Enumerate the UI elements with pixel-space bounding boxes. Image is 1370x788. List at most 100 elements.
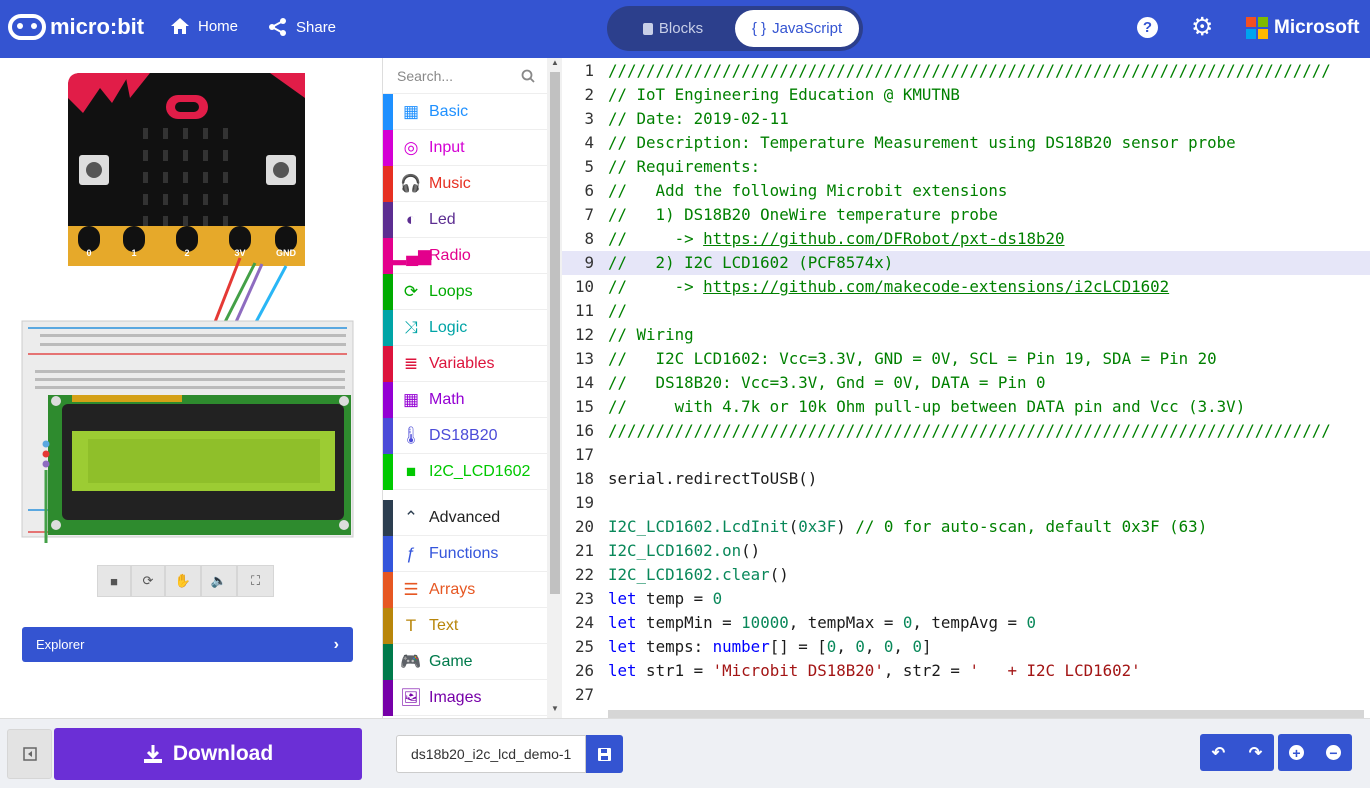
category-advanced[interactable]: ⌃ Advanced xyxy=(383,499,547,536)
collapse-icon xyxy=(22,747,37,761)
category-input[interactable]: ◎ Input xyxy=(383,129,547,166)
category-led[interactable]: ◐ Led xyxy=(383,201,547,238)
code-line: 22 I2C_LCD1602.clear() xyxy=(574,565,789,584)
category-label: Images xyxy=(429,688,482,706)
javascript-tab-label: JavaScript xyxy=(772,20,843,37)
microbit-logo-icon xyxy=(8,14,46,40)
category-text[interactable]: T Text xyxy=(383,607,547,644)
code-line: 16//////////////////////////////////////… xyxy=(574,421,1331,440)
category-i2c-lcd1602[interactable]: ■ I2C_LCD1602 xyxy=(383,453,547,490)
code-line: 3// Date: 2019-02-11 xyxy=(584,109,789,128)
category-color-bar xyxy=(383,129,393,166)
undo-button[interactable]: ↶ xyxy=(1200,734,1237,771)
blocks-tab[interactable]: Blocks xyxy=(617,10,729,47)
code-line: 26 let str1 = 'Microbit DS18B20', str2 = … xyxy=(574,661,1141,680)
target-icon: ◎ xyxy=(403,137,419,157)
search-input[interactable]: Search... xyxy=(397,68,453,84)
top-bar: micro:bit Home Share Blocks { } JavaScri… xyxy=(0,0,1370,58)
category-images[interactable]: 🖼 Images xyxy=(383,679,547,716)
category-math[interactable]: ▦ Math xyxy=(383,381,547,418)
simulator-panel: 0 1 2 3V GND ■ ⟳ ✋ 🔈 ⛶ Explorer › xyxy=(0,58,382,718)
code-line: 14// DS18B20: Vcc=3.3V, Gnd = 0V, DATA =… xyxy=(574,373,1046,392)
microbit-logo[interactable]: micro:bit xyxy=(8,14,144,40)
gamepad-icon: 🎮 xyxy=(400,651,422,671)
code-line: 20 I2C_LCD1602.LcdInit(0x3F) // 0 for aut… xyxy=(574,517,1208,536)
scroll-up-icon[interactable]: ▲ xyxy=(551,58,559,67)
mute-button[interactable]: 🔈 xyxy=(201,565,237,597)
simulator-controls: ■ ⟳ ✋ 🔈 ⛶ xyxy=(97,565,274,597)
category-variables[interactable]: ≣ Variables xyxy=(383,345,547,382)
code-line: 15// with 4.7k or 10k Ohm pull-up betwee… xyxy=(574,397,1246,416)
share-button[interactable]: Share xyxy=(268,17,336,37)
zoom-out-button[interactable]: − xyxy=(1315,734,1352,771)
slow-mo-button[interactable]: ✋ xyxy=(165,565,201,597)
editor-horizontal-scrollbar[interactable] xyxy=(608,710,1364,718)
category-label: Logic xyxy=(429,318,468,336)
category-loops[interactable]: ⟳ Loops xyxy=(383,273,547,310)
category-label: Radio xyxy=(429,246,471,264)
category-label: Basic xyxy=(429,102,469,120)
makecode-app: micro:bit Home Share Blocks { } JavaScri… xyxy=(0,0,1370,788)
redo-button[interactable]: ↷ xyxy=(1237,734,1274,771)
fullscreen-icon: ⛶ xyxy=(250,573,261,588)
stop-button[interactable]: ■ xyxy=(97,565,131,597)
code-line: 23 let temp = 0 xyxy=(574,589,723,608)
help-icon[interactable]: ? xyxy=(1137,17,1158,38)
code-line: 4// Description: Temperature Measurement… xyxy=(584,133,1236,152)
thermometer-icon: 🌡 xyxy=(400,425,422,445)
search-icon xyxy=(521,69,535,83)
toolbox-search[interactable]: Search... xyxy=(383,58,547,94)
code-line-current: 9// 2) I2C LCD1602 (PCF8574x) xyxy=(562,251,1370,275)
category-label: DS18B20 xyxy=(429,426,498,444)
code-line: 27 xyxy=(574,685,594,704)
calculator-icon: ▦ xyxy=(402,389,420,409)
scroll-down-icon[interactable]: ▼ xyxy=(551,704,559,713)
category-radio[interactable]: ▂▄▆ Radio xyxy=(383,237,547,274)
download-button[interactable]: Download xyxy=(54,728,362,780)
zoom-group: + − xyxy=(1278,734,1352,771)
code-link[interactable]: https://github.com/makecode-extensions/i… xyxy=(703,277,1169,296)
text-icon: T xyxy=(405,615,417,635)
code-line: 21 I2C_LCD1602.on() xyxy=(574,541,761,560)
restart-button[interactable]: ⟳ xyxy=(131,565,165,597)
category-color-bar xyxy=(383,453,393,490)
toggle-icon: ◐ xyxy=(405,209,417,229)
grid-icon: ▦ xyxy=(402,101,420,121)
category-music[interactable]: 🎧 Music xyxy=(383,165,547,202)
zoom-in-button[interactable]: + xyxy=(1278,734,1315,771)
code-line: 12// Wiring xyxy=(574,325,694,344)
category-logic[interactable]: ⤨ Logic xyxy=(383,309,547,346)
bottom-bar: Download ds18b20_i2c_lcd_demo-1 ↶ ↷ + − xyxy=(0,718,1370,788)
headphones-icon: 🎧 xyxy=(400,173,422,193)
project-name-input[interactable]: ds18b20_i2c_lcd_demo-1 xyxy=(396,735,586,773)
code-line: 19 xyxy=(574,493,594,512)
code-line: 2// IoT Engineering Education @ KMUTNB xyxy=(584,85,960,104)
code-link[interactable]: https://github.com/DFRobot/pxt-ds18b20 xyxy=(703,229,1064,248)
fullscreen-button[interactable]: ⛶ xyxy=(237,565,274,597)
category-basic[interactable]: ▦ Basic xyxy=(383,93,547,130)
explorer-button[interactable]: Explorer › xyxy=(22,627,353,662)
zoom-in-icon: + xyxy=(1289,745,1304,761)
home-button[interactable]: Home xyxy=(170,17,238,35)
javascript-tab[interactable]: { } JavaScript xyxy=(735,10,859,47)
microsoft-logo[interactable]: Microsoft xyxy=(1246,17,1360,39)
category-label: Led xyxy=(429,210,456,228)
redo-icon: ↷ xyxy=(1248,744,1263,762)
category-ds18b20[interactable]: 🌡 DS18B20 xyxy=(383,417,547,454)
category-label: Input xyxy=(429,138,465,156)
gear-icon[interactable]: ⚙ xyxy=(1191,13,1213,41)
category-functions[interactable]: ƒ Functions xyxy=(383,535,547,572)
pin-label: 2 xyxy=(184,248,189,258)
scroll-thumb[interactable] xyxy=(550,72,560,594)
home-icon xyxy=(171,18,189,34)
category-game[interactable]: 🎮 Game xyxy=(383,643,547,680)
category-arrays[interactable]: ☰ Arrays xyxy=(383,571,547,608)
collapse-simulator-button[interactable] xyxy=(7,729,52,779)
category-color-bar xyxy=(383,273,393,310)
save-button[interactable] xyxy=(586,735,623,773)
blocks-tab-label: Blocks xyxy=(658,20,704,37)
category-color-bar xyxy=(383,679,393,716)
simulator-canvas[interactable]: 0 1 2 3V GND xyxy=(0,58,382,558)
toolbox-scrollbar[interactable]: ▲ ▼ xyxy=(547,58,563,718)
code-editor[interactable]: 1///////////////////////////////////////… xyxy=(562,58,1370,718)
